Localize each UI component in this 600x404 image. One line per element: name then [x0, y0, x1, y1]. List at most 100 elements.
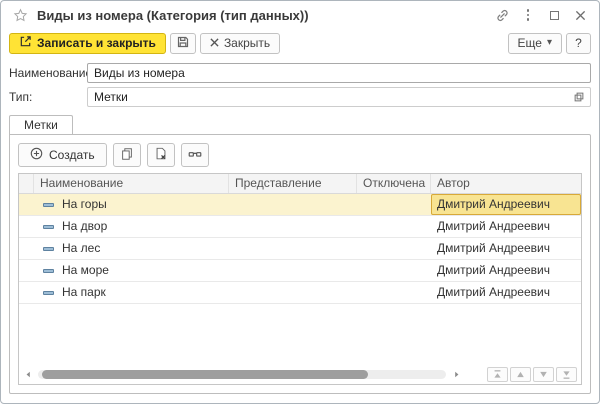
disabled-cell[interactable] — [357, 216, 431, 237]
table-row[interactable]: На море Дмитрий Андреевич — [19, 260, 581, 282]
item-dash-icon — [43, 290, 54, 295]
app-window: Виды из номера (Категория (тип данных)) — [0, 0, 600, 404]
name-cell[interactable]: На море — [34, 260, 229, 281]
type-field[interactable]: Метки — [87, 87, 591, 107]
disabled-cell[interactable] — [357, 194, 431, 215]
titlebar: Виды из номера (Категория (тип данных)) — [1, 1, 599, 29]
name-cell[interactable]: На двор — [34, 216, 229, 237]
row-name-text: На парк — [62, 285, 106, 299]
row-name-text: На горы — [62, 197, 107, 211]
item-dash-icon — [43, 224, 54, 229]
open-type-icon[interactable] — [568, 88, 590, 106]
author-cell[interactable]: Дмитрий Андреевич — [431, 260, 581, 281]
disabled-cell[interactable] — [357, 260, 431, 281]
author-cell[interactable]: Дмитрий Андреевич — [431, 216, 581, 237]
save-and-close-label: Записать и закрыть — [37, 36, 156, 50]
table-empty-area — [19, 304, 581, 366]
view-mode-glasses-button[interactable] — [180, 143, 209, 167]
name-cell[interactable]: На лес — [34, 238, 229, 259]
row-name-text: На двор — [62, 219, 108, 233]
presentation-cell[interactable] — [229, 282, 357, 303]
glasses-icon — [187, 148, 203, 162]
create-label: Создать — [49, 148, 95, 162]
go-first-row-button[interactable] — [487, 366, 508, 382]
presentation-cell[interactable] — [229, 216, 357, 237]
name-field-row: Наименование: — [9, 63, 591, 83]
table-row[interactable]: На горы Дмитрий Андреевич — [19, 194, 581, 216]
type-label: Тип: — [9, 90, 33, 104]
row-marker-cell — [19, 216, 34, 237]
dropdown-arrow-icon: ▾ — [546, 37, 552, 48]
presentation-cell[interactable] — [229, 194, 357, 215]
table-row[interactable]: На двор Дмитрий Андреевич — [19, 216, 581, 238]
tab-panel: Создать Наименование Представление Отклю… — [9, 134, 591, 394]
author-cell[interactable]: Дмитрий Андреевич — [431, 282, 581, 303]
close-x-icon — [210, 36, 219, 50]
scrollbar-track[interactable] — [38, 369, 446, 379]
more-label: Еще — [517, 36, 542, 50]
name-cell[interactable]: На горы — [34, 194, 229, 215]
horizontal-scrollbar-row — [19, 366, 581, 384]
presentation-cell[interactable] — [229, 238, 357, 259]
disabled-cell[interactable] — [357, 238, 431, 259]
row-marker-cell — [19, 238, 34, 259]
presentation-cell[interactable] — [229, 260, 357, 281]
name-input[interactable] — [87, 63, 591, 83]
table-body: На горы Дмитрий Андреевич На двор Дмитри… — [19, 194, 581, 304]
author-cell[interactable]: Дмитрий Андреевич — [431, 194, 581, 215]
plus-circle-icon — [30, 147, 43, 163]
go-next-row-button[interactable] — [533, 366, 554, 382]
table-row[interactable]: На лес Дмитрий Андреевич — [19, 238, 581, 260]
item-dash-icon — [43, 246, 54, 251]
item-dash-icon — [43, 202, 54, 207]
window-menu-kebab-icon[interactable] — [519, 6, 537, 24]
close-label: Закрыть — [223, 36, 271, 50]
more-button[interactable]: Еще ▾ — [507, 32, 562, 54]
header-name[interactable]: Наименование — [34, 174, 229, 193]
row-name-text: На море — [62, 263, 109, 277]
scroll-right-arrow-icon[interactable] — [451, 368, 461, 380]
link-icon[interactable] — [493, 6, 511, 24]
header-disabled[interactable]: Отключена — [357, 174, 431, 193]
favorite-star-icon[interactable] — [11, 6, 29, 24]
name-label: Наименование: — [9, 66, 96, 80]
header-presentation[interactable]: Представление — [229, 174, 357, 193]
maximize-icon[interactable] — [545, 6, 563, 24]
close-button[interactable]: Закрыть — [199, 32, 281, 54]
help-button[interactable]: ? — [566, 32, 591, 54]
table-row[interactable]: На парк Дмитрий Андреевич — [19, 282, 581, 304]
save-button[interactable] — [169, 32, 196, 54]
command-bar: Записать и закрыть Закрыть Еще ▾ ? — [1, 29, 599, 57]
row-name-text: На лес — [62, 241, 101, 255]
data-grid: Наименование Представление Отключена Авт… — [18, 173, 582, 385]
type-field-row: Тип: Метки — [9, 87, 591, 107]
header-icon-column — [19, 174, 34, 193]
author-cell[interactable]: Дмитрий Андреевич — [431, 238, 581, 259]
window-title: Виды из номера (Категория (тип данных)) — [37, 7, 309, 23]
type-value: Метки — [94, 90, 128, 104]
form-area: Наименование: Тип: Метки — [1, 57, 599, 115]
disabled-cell[interactable] — [357, 282, 431, 303]
tab-metki[interactable]: Метки — [9, 115, 73, 134]
delete-button[interactable] — [146, 143, 175, 167]
header-author[interactable]: Автор — [431, 174, 581, 193]
tab-strip: Метки — [9, 115, 599, 134]
go-last-row-button[interactable] — [556, 366, 577, 382]
scroll-left-arrow-icon[interactable] — [23, 368, 33, 380]
table-header-row: Наименование Представление Отключена Авт… — [19, 174, 581, 194]
scrollbar-thumb[interactable] — [42, 369, 369, 379]
copy-button[interactable] — [112, 143, 141, 167]
go-prev-row-button[interactable] — [510, 366, 531, 382]
item-dash-icon — [43, 268, 54, 273]
row-navigation-buttons — [487, 366, 577, 382]
create-button[interactable]: Создать — [18, 143, 107, 167]
name-cell[interactable]: На парк — [34, 282, 229, 303]
save-floppy-icon — [176, 35, 190, 52]
list-toolbar: Создать — [18, 143, 582, 167]
save-and-close-icon — [19, 35, 32, 51]
close-window-icon[interactable] — [571, 6, 589, 24]
help-label: ? — [575, 36, 582, 50]
delete-page-icon — [154, 147, 168, 164]
save-and-close-button[interactable]: Записать и закрыть — [9, 32, 166, 54]
copy-icon — [120, 147, 134, 164]
